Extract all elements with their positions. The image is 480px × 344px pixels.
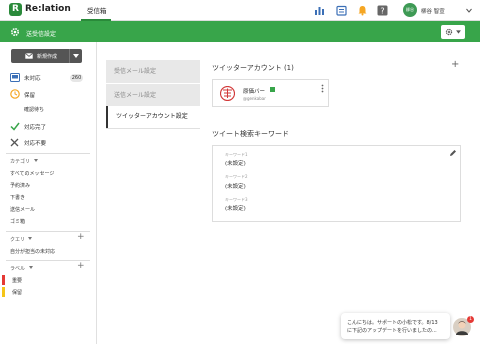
mail-icon [25, 53, 33, 59]
sidebar-item-not-needed[interactable]: 対応不要 [24, 139, 46, 147]
sidebar-item-completed[interactable]: 対応完了 [24, 123, 46, 131]
chevron-down-icon[interactable] [29, 266, 33, 269]
query-heading[interactable]: クエリ [10, 236, 25, 243]
twitter-account-section-title: ツイッターアカウント (1) [212, 64, 294, 72]
add-query-icon[interactable]: + [77, 232, 85, 242]
account-name: 原価バー [243, 89, 266, 95]
add-label-icon[interactable]: + [77, 261, 85, 271]
chart-icon[interactable] [314, 5, 325, 16]
query-item[interactable]: 自分が担当の未対応 [10, 248, 55, 255]
chevron-down-icon [456, 30, 461, 34]
clock-icon [10, 89, 20, 99]
keyword-value: (未設定) [225, 206, 246, 212]
gear-icon [10, 27, 20, 37]
chevron-down-icon[interactable] [73, 54, 79, 58]
divider [106, 128, 200, 129]
pencil-icon[interactable] [449, 149, 457, 157]
user-avatar[interactable]: 柳谷 [403, 3, 417, 17]
inbox-icon [10, 73, 20, 82]
settings-menu-outgoing-mail[interactable]: 送信メール設定 [106, 84, 200, 107]
unhandled-count-badge: 260 [70, 74, 83, 82]
keyword-value: (未設定) [225, 184, 246, 190]
keyword-label: キーワード2 [225, 174, 248, 179]
add-account-icon[interactable]: + [451, 59, 459, 70]
page-title: 送受信設定 [26, 31, 57, 38]
help-icon[interactable]: ? [377, 5, 388, 16]
keyword-label: キーワード1 [225, 152, 248, 157]
chevron-down-icon[interactable] [466, 8, 472, 13]
category-item[interactable]: ゴミ箱 [10, 218, 25, 225]
account-handle: @genkabar [243, 96, 266, 101]
page-header-bar [0, 21, 480, 42]
chat-message-line: に下記のアップデートを行いましたの... [347, 328, 437, 334]
compose-button-group: 新規作成 [11, 49, 82, 63]
settings-menu-incoming-mail[interactable]: 受信メール設定 [106, 60, 200, 83]
category-item[interactable]: すべてのメッセージ [10, 170, 54, 177]
support-chat-popup[interactable]: こんにちは。サポートの小松です。8/13 に下記のアップデートを行いましたの..… [341, 313, 450, 339]
chat-message-line: こんにちは。サポートの小松です。8/13 [347, 320, 438, 326]
label-item[interactable]: 保留 [12, 289, 22, 296]
settings-dropdown-button[interactable] [441, 25, 465, 39]
account-avatar-icon [220, 86, 235, 101]
keywords-card: キーワード1 (未設定) キーワード2 (未設定) キーワード3 (未設定) [212, 145, 461, 222]
chevron-down-icon[interactable] [28, 237, 32, 240]
app-logo[interactable]: Re:lation [25, 4, 71, 14]
sidebar-item-awaiting[interactable]: 確認待ち [24, 106, 44, 113]
logo-icon: R [9, 3, 22, 16]
calendar-icon[interactable] [336, 5, 347, 16]
label-item[interactable]: 重要 [12, 277, 22, 284]
category-item[interactable]: 予約済み [10, 182, 30, 189]
bell-icon[interactable] [357, 5, 368, 16]
check-icon [10, 122, 20, 131]
svg-text:?: ? [380, 7, 384, 16]
more-vertical-icon[interactable] [321, 84, 324, 93]
keywords-section-title: ツイート検索キーワード [212, 130, 289, 138]
compose-button-label: 新規作成 [37, 54, 58, 60]
user-name[interactable]: 柳谷 智宣 [421, 7, 445, 15]
twitter-account-card[interactable]: 原価バー @genkabar [212, 79, 329, 107]
label-color-swatch [2, 287, 5, 297]
compose-button[interactable]: 新規作成 [11, 49, 70, 63]
keyword-value: (未設定) [225, 161, 246, 167]
category-heading[interactable]: カテゴリ [10, 158, 30, 165]
category-item[interactable]: 下書き [10, 194, 25, 201]
label-heading[interactable]: ラベル [10, 265, 25, 272]
label-color-swatch [2, 275, 5, 285]
category-item[interactable]: 送信メール [10, 206, 35, 213]
status-indicator [270, 87, 275, 92]
sidebar-border [96, 42, 97, 344]
keyword-label: キーワード3 [225, 197, 248, 202]
divider [6, 153, 90, 154]
sidebar-item-on-hold[interactable]: 保留 [24, 91, 35, 99]
gear-icon [445, 28, 453, 36]
chat-notification-badge: 1 [467, 316, 474, 323]
chevron-down-icon[interactable] [34, 159, 38, 162]
settings-menu-twitter-account[interactable]: ツイッターアカウント設定 [106, 106, 200, 128]
sidebar-item-unhandled[interactable]: 未対応 [24, 74, 41, 82]
nav-tab-inbox[interactable]: 受信箱 [87, 5, 107, 15]
x-icon [10, 138, 19, 147]
